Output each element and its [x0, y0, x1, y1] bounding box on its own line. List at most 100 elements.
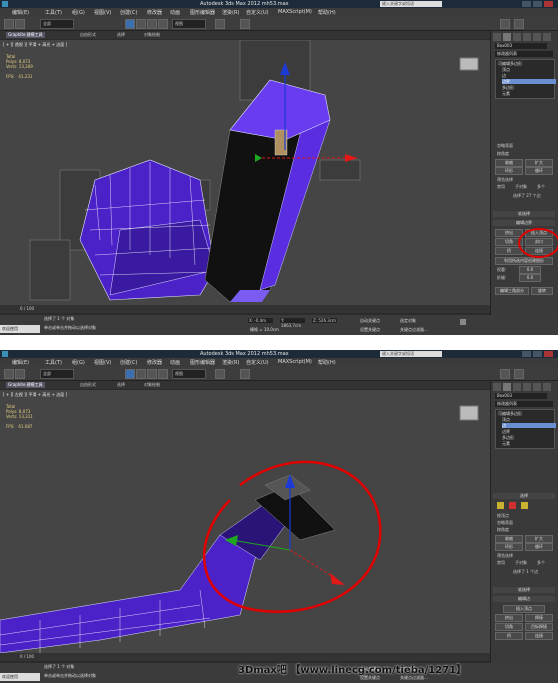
hierarchy-tab-icon[interactable] — [513, 383, 521, 391]
loop-button[interactable]: 循环 — [525, 543, 553, 551]
menu-create[interactable]: 创建(C) — [120, 9, 137, 16]
minimize-icon[interactable] — [522, 1, 531, 7]
target-weld-button[interactable]: 目标焊接 — [525, 623, 553, 631]
display-tab-icon[interactable] — [533, 383, 541, 391]
menu-modifiers[interactable]: 修改器 — [147, 9, 162, 16]
menu-tools[interactable]: 工具(T) — [45, 359, 62, 366]
menu-group[interactable]: 组(G) — [72, 359, 85, 366]
menu-graph-editors[interactable]: 图形编辑器 — [190, 9, 215, 16]
mirror-icon[interactable] — [240, 369, 250, 379]
stack-item-edge[interactable]: 边 — [502, 423, 556, 428]
insert-vertex-button[interactable]: 插入顶点 — [503, 605, 545, 613]
key-filters-button[interactable]: 关键点过滤器... — [400, 327, 428, 333]
menu-customize[interactable]: 自定义(U) — [246, 9, 269, 16]
create-tab-icon[interactable] — [493, 383, 501, 391]
by-angle-checkbox[interactable]: 按角度 — [497, 527, 509, 533]
chamfer-button[interactable]: 切角 — [495, 623, 523, 631]
shrink-button[interactable]: 收缩 — [495, 535, 523, 543]
menu-customize[interactable]: 自定义(U) — [246, 359, 269, 366]
menu-help[interactable]: 帮助(H) — [318, 359, 336, 366]
time-slider[interactable]: 0 / 100 — [0, 653, 490, 661]
preview-disable-radio[interactable]: 禁用 — [497, 560, 505, 566]
selection-filter-dropdown[interactable]: 全部 — [40, 369, 74, 379]
auto-key-button[interactable]: 自动关键点 — [360, 318, 380, 324]
snap-icon[interactable] — [215, 369, 225, 379]
border-mode-icon[interactable] — [521, 502, 528, 509]
close-icon[interactable] — [544, 1, 553, 7]
motion-tab-icon[interactable] — [523, 383, 531, 391]
ring-button[interactable]: 环形 — [495, 543, 523, 551]
scale-icon[interactable] — [158, 19, 168, 29]
maxscript-listener[interactable]: 欢迎使用 MAXScript。 — [0, 673, 40, 683]
modifier-list-dropdown[interactable]: 修改器列表 — [495, 401, 553, 407]
bridge-button[interactable]: 桥 — [495, 632, 523, 640]
vertex-mode-icon[interactable] — [497, 502, 504, 509]
stack-item-vertex[interactable]: 顶点 — [502, 417, 556, 422]
tab-graphite[interactable]: Graphite 建模工具 — [6, 32, 45, 38]
viewport-label[interactable]: [ + ][ 透视 ][ 平滑 + 高光 + 边面 ] — [3, 42, 67, 48]
rotate-icon[interactable] — [147, 369, 157, 379]
menu-edit[interactable]: 编辑(E) — [12, 359, 29, 366]
undo-icon[interactable] — [4, 19, 14, 29]
coord-x-field[interactable]: X: -0.4m — [248, 318, 273, 323]
coord-z-field[interactable]: Z: 526.3cm — [312, 318, 337, 323]
menu-group[interactable]: 组(G) — [72, 9, 85, 16]
left-viewport[interactable]: [ + ][ 左视 ][ 平滑 + 高光 + 边面 ] Total Polys:… — [0, 390, 490, 653]
undo-icon[interactable] — [4, 369, 14, 379]
menu-maxscript[interactable]: MAXScript(M) — [278, 9, 312, 15]
menu-create[interactable]: 创建(C) — [120, 359, 137, 366]
maxscript-listener[interactable]: 欢迎使用 MAXScript。 — [0, 325, 40, 335]
menu-rendering[interactable]: 渲染(R) — [222, 359, 239, 366]
viewport-label[interactable]: [ + ][ 左视 ][ 平滑 + 高光 + 边面 ] — [3, 392, 67, 398]
reference-coord-dropdown[interactable]: 视图 — [172, 369, 206, 379]
coord-y-field[interactable]: Y: 1863.7cm — [280, 318, 305, 328]
tab-object-paint[interactable]: 对象绘制 — [142, 382, 162, 388]
select-icon[interactable] — [125, 369, 135, 379]
close-icon[interactable] — [544, 351, 553, 357]
menu-tools[interactable]: 工具(T) — [45, 9, 62, 16]
stack-item-editable-poly[interactable]: 可编辑多边形 — [498, 411, 552, 416]
utilities-tab-icon[interactable] — [543, 383, 551, 391]
perspective-viewport[interactable]: [ + ][ 透视 ][ 平滑 + 高光 + 边面 ] Total Polys:… — [0, 40, 490, 305]
tab-graphite[interactable]: Graphite 建模工具 — [6, 382, 45, 388]
extrude-button[interactable]: 挤出 — [495, 614, 523, 622]
search-input[interactable]: 键入关键字或短语 — [380, 1, 442, 7]
render-icon[interactable] — [514, 19, 524, 29]
by-vertex-checkbox[interactable]: 按顶点 — [497, 513, 509, 519]
mirror-icon[interactable] — [240, 19, 250, 29]
selection-rollout[interactable]: 选择 — [493, 493, 555, 499]
grow-button[interactable]: 扩大 — [525, 535, 553, 543]
object-name-field[interactable]: Box003 — [495, 393, 547, 399]
menu-graph-editors[interactable]: 图形编辑器 — [190, 359, 215, 366]
stack-item-polygon[interactable]: 多边形 — [502, 435, 556, 440]
soft-selection-rollout[interactable]: 软选择 — [493, 587, 555, 593]
menu-animation[interactable]: 动画 — [170, 9, 180, 16]
menu-rendering[interactable]: 渲染(R) — [222, 9, 239, 16]
reference-coord-dropdown[interactable]: 视图 — [172, 19, 206, 29]
menu-maxscript[interactable]: MAXScript(M) — [278, 359, 312, 365]
stack-item-border[interactable]: 边界 — [502, 429, 556, 434]
tab-selection[interactable]: 选择 — [115, 32, 127, 38]
redo-icon[interactable] — [15, 19, 25, 29]
preview-subobject-radio[interactable]: 子对象 — [515, 560, 527, 566]
ignore-backfacing-checkbox[interactable]: 忽略背面 — [497, 520, 513, 526]
modify-tab-icon[interactable] — [503, 383, 511, 391]
tab-selection[interactable]: 选择 — [115, 382, 127, 388]
set-key-button[interactable]: 设置关键点 — [360, 327, 380, 333]
scale-icon[interactable] — [158, 369, 168, 379]
render-setup-icon[interactable] — [500, 369, 510, 379]
render-setup-icon[interactable] — [500, 19, 510, 29]
edge-mode-icon[interactable] — [509, 502, 516, 509]
menu-animation[interactable]: 动画 — [170, 359, 180, 366]
selection-filter-dropdown[interactable]: 全部 — [40, 19, 74, 29]
app-logo-icon[interactable] — [2, 351, 8, 357]
search-input[interactable]: 键入关键字或短语 — [380, 351, 442, 357]
play-icon[interactable] — [460, 319, 466, 325]
menu-views[interactable]: 视图(V) — [94, 9, 111, 16]
stack-item-element[interactable]: 元素 — [502, 441, 556, 446]
selected-mode-dropdown[interactable]: 选定对象 — [400, 318, 416, 324]
app-logo-icon[interactable] — [2, 1, 8, 7]
redo-icon[interactable] — [15, 369, 25, 379]
tab-freeform[interactable]: 自由形式 — [78, 382, 98, 388]
move-icon[interactable] — [136, 369, 146, 379]
